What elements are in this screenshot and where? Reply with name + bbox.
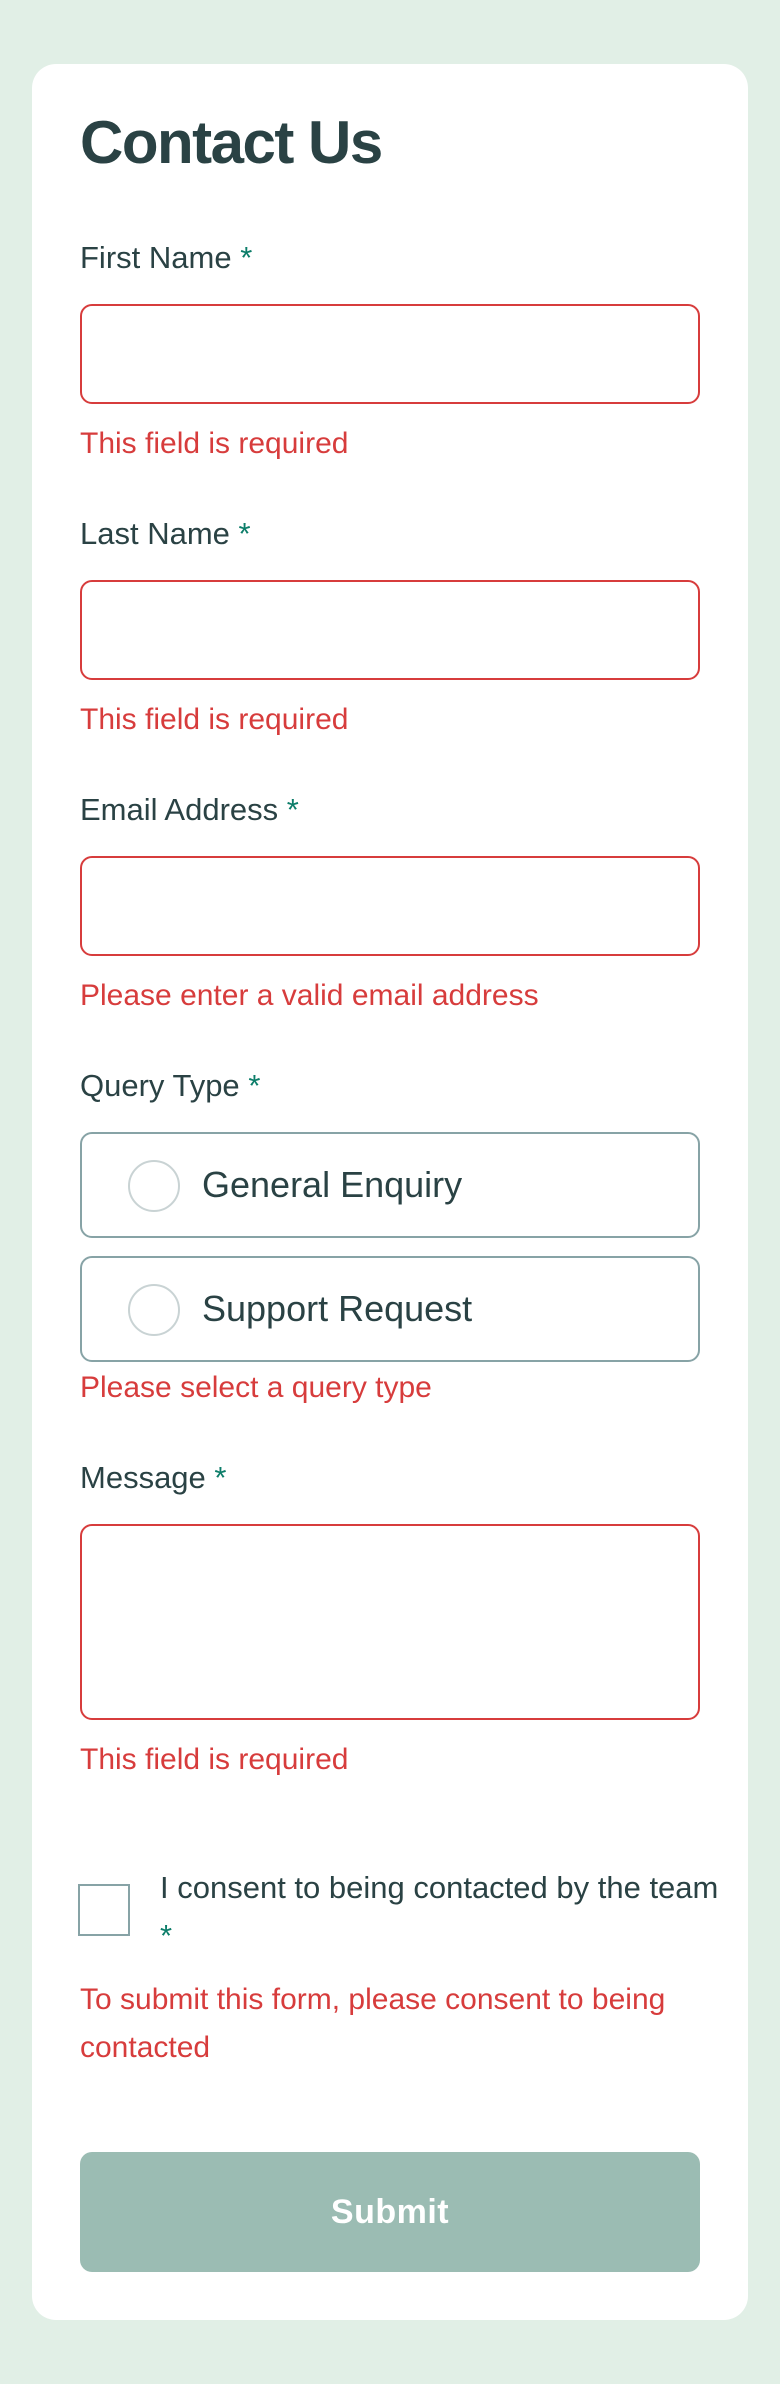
first-name-label: First Name * (80, 240, 252, 276)
consent-checkbox[interactable] (78, 1884, 130, 1936)
first-name-label-text: First Name (80, 240, 232, 275)
query-type-label: Query Type * (80, 1068, 260, 1104)
radio-general-enquiry-label: General Enquiry (202, 1164, 463, 1205)
email-label-text: Email Address (80, 792, 279, 827)
query-type-label-text: Query Type (80, 1068, 240, 1103)
first-name-error: This field is required (80, 427, 349, 460)
last-name-error: This field is required (80, 703, 349, 736)
email-label: Email Address * (80, 792, 299, 828)
message-error: This field is required (80, 1743, 349, 1776)
radio-button[interactable] (128, 1160, 180, 1212)
submit-button[interactable]: Submit (80, 2152, 700, 2272)
first-name-input[interactable] (80, 304, 700, 404)
form-title: Contact Us (80, 109, 383, 176)
email-error: Please enter a valid email address (80, 979, 539, 1012)
required-marker: * (240, 240, 253, 275)
email-input[interactable] (80, 856, 700, 956)
contact-form-card: Contact Us First Name * This field is re… (32, 64, 748, 2320)
consent-error: To submit this form, please consent to b… (80, 1983, 666, 2064)
radio-button[interactable] (128, 1284, 180, 1336)
message-label: Message * (80, 1460, 227, 1496)
last-name-input[interactable] (80, 580, 700, 680)
required-marker: * (248, 1068, 261, 1103)
radio-general-enquiry[interactable]: General Enquiry (80, 1132, 700, 1238)
required-marker: * (214, 1460, 227, 1495)
last-name-label-text: Last Name (80, 516, 230, 551)
message-label-text: Message (80, 1460, 206, 1495)
consent-label-text: I consent to being contacted by the team (160, 1870, 719, 1905)
radio-support-request[interactable]: Support Request (80, 1256, 700, 1362)
radio-support-request-label: Support Request (202, 1288, 473, 1329)
consent-label[interactable]: I consent to being contacted by the team… (160, 1864, 720, 1960)
last-name-label: Last Name * (80, 516, 251, 552)
message-textarea[interactable] (80, 1524, 700, 1720)
required-marker: * (160, 1918, 173, 1953)
required-marker: * (286, 792, 299, 827)
query-type-error: Please select a query type (80, 1371, 432, 1404)
required-marker: * (238, 516, 251, 551)
